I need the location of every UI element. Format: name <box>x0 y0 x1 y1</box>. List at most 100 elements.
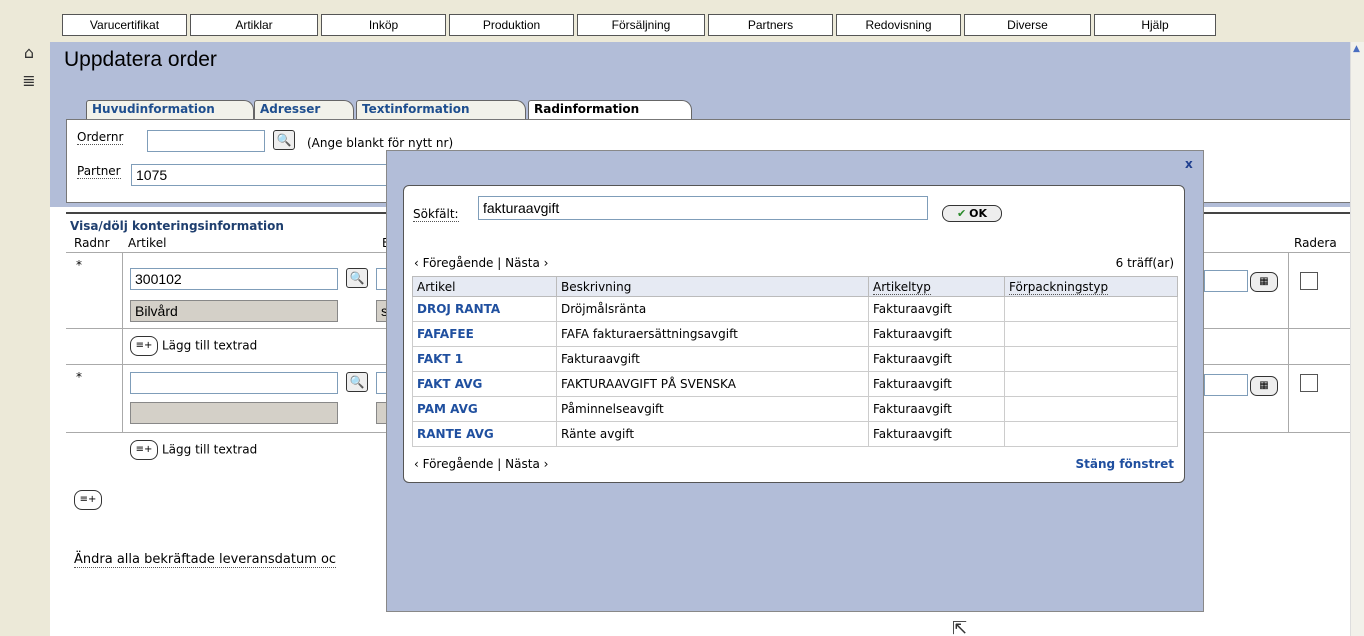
beskrivning-cell: Dröjmålsränta <box>556 296 869 322</box>
change-all-dates-label: Ändra alla bekräftade leveransdatum oc <box>74 552 337 568</box>
list-icon[interactable]: ≣ <box>20 72 38 90</box>
calendar-icon[interactable]: ▦ <box>1250 376 1278 396</box>
add-row-icon: ≡+ <box>74 490 102 510</box>
add-row-button[interactable]: ≡+ <box>74 490 106 510</box>
col-artikel-header: Artikel <box>412 276 557 297</box>
artikel-search-button[interactable]: 🔍 <box>346 268 368 288</box>
page-title: Uppdatera order <box>64 48 217 71</box>
delete-checkbox[interactable] <box>1300 374 1318 392</box>
description-field: Bilvård <box>130 300 338 322</box>
artikel-code-link[interactable]: FAKT 1 <box>412 346 557 372</box>
top-menu-bar: Varucertifikat Artiklar Inköp Produktion… <box>0 0 1364 42</box>
menu-forsaljning[interactable]: Försäljning <box>577 14 705 36</box>
col-divider <box>1288 252 1289 432</box>
ok-button[interactable]: ✔ OK <box>942 205 1002 222</box>
search-input[interactable]: fakturaavgift <box>478 196 928 220</box>
tab-huvudinformation[interactable]: Huvudinformation <box>86 100 254 119</box>
add-textrow-link[interactable]: ≡+ Lägg till textrad <box>130 440 257 460</box>
next-link[interactable]: Nästa › <box>505 457 548 471</box>
ordernr-hint: (Ange blankt för nytt nr) <box>307 136 454 150</box>
prev-link[interactable]: ‹ Föregående <box>414 457 493 471</box>
beskrivning-cell: Fakturaavgift <box>556 346 869 372</box>
col-divider <box>122 252 123 432</box>
search-field-label: Sökfält: <box>413 207 459 222</box>
pager-separator: | <box>497 457 502 471</box>
delete-checkbox[interactable] <box>1300 272 1318 290</box>
check-icon: ✔ <box>956 207 967 220</box>
artikel-code-link[interactable]: PAM AVG <box>412 396 557 422</box>
add-textrow-label: Lägg till textrad <box>162 338 258 353</box>
artikel-code-link[interactable]: DROJ RANTA <box>412 296 557 322</box>
calendar-icon[interactable]: ▦ <box>1250 272 1278 292</box>
tab-adresser[interactable]: Adresser <box>254 100 354 119</box>
next-link[interactable]: Nästa › <box>505 256 548 270</box>
search-dialog: x Sökfält: fakturaavgift ✔ OK ‹ Föregåend… <box>386 150 1204 612</box>
ordernr-label: Ordernr <box>77 130 124 145</box>
scroll-up-icon[interactable]: ▲ <box>1353 44 1360 54</box>
menu-redovisning[interactable]: Redovisning <box>836 14 961 36</box>
artikeltyp-cell: Fakturaavgift <box>868 321 1005 347</box>
beskrivning-cell: FAKTURAAVGIFT PÅ SVENSKA <box>556 371 869 397</box>
table-row[interactable]: FAKT AVG FAKTURAAVGIFT PÅ SVENSKA Faktur… <box>412 371 1178 397</box>
menu-varucertifikat[interactable]: Varucertifikat <box>62 14 187 36</box>
menu-diverse[interactable]: Diverse <box>964 14 1091 36</box>
tab-textinformation[interactable]: Textinformation <box>356 100 526 119</box>
beskrivning-cell: Påminnelseavgift <box>556 396 869 422</box>
date-input[interactable] <box>1204 374 1248 396</box>
hit-count: 6 träff(ar) <box>1115 256 1174 270</box>
artikel-code-link[interactable]: FAKT AVG <box>412 371 557 397</box>
beskrivning-cell: FAFA fakturaersättningsavgift <box>556 321 869 347</box>
table-row[interactable]: DROJ RANTA Dröjmålsränta Fakturaavgift <box>412 296 1178 322</box>
artikeltyp-cell: Fakturaavgift <box>868 396 1005 422</box>
date-input[interactable] <box>1204 270 1248 292</box>
artikel-input[interactable]: 300102 <box>130 268 338 290</box>
artikel-code-link[interactable]: FAFAFEE <box>412 321 557 347</box>
partner-label: Partner <box>77 164 121 179</box>
results-header-row: Artikel Beskrivning Artikeltyp Förpackni… <box>412 276 1178 297</box>
partner-input[interactable]: 1075 <box>131 164 387 186</box>
menu-hjalp[interactable]: Hjälp <box>1094 14 1216 36</box>
ordernr-input[interactable] <box>147 130 265 152</box>
add-textrow-icon: ≡+ <box>130 440 158 460</box>
dialog-panel: Sökfält: fakturaavgift ✔ OK ‹ Föregående … <box>403 185 1185 483</box>
table-row[interactable]: PAM AVG Påminnelseavgift Fakturaavgift <box>412 396 1178 422</box>
toggle-accounting-link[interactable]: Visa/dölj konteringsinformation <box>70 219 284 233</box>
row-marker: * <box>76 370 82 384</box>
add-textrow-icon: ≡+ <box>130 336 158 356</box>
col-radera: Radera <box>1294 236 1337 250</box>
results-table: Artikel Beskrivning Artikeltyp Förpackni… <box>412 276 1178 447</box>
menu-partners[interactable]: Partners <box>708 14 833 36</box>
table-row[interactable]: FAKT 1 Fakturaavgift Fakturaavgift <box>412 346 1178 372</box>
pager-top: ‹ Föregående | Nästa › <box>414 256 548 270</box>
artikeltyp-cell: Fakturaavgift <box>868 346 1005 372</box>
mouse-cursor-icon: ⇱ <box>952 618 968 636</box>
close-window-link[interactable]: Stäng fönstret <box>1076 457 1174 471</box>
beskrivning-cell: Ränte avgift <box>556 421 869 447</box>
col-radnr: Radnr <box>74 236 110 250</box>
col-artikeltyp-label: Artikeltyp <box>873 279 931 295</box>
scrollbar[interactable]: ▲ <box>1350 42 1364 636</box>
artikel-code-link[interactable]: RANTE AVG <box>412 421 557 447</box>
dialog-close-button[interactable]: x <box>1185 157 1193 171</box>
prev-link[interactable]: ‹ Föregående <box>414 256 493 270</box>
menu-artiklar[interactable]: Artiklar <box>190 14 318 36</box>
artikel-search-button[interactable]: 🔍 <box>346 372 368 392</box>
add-textrow-link[interactable]: ≡+ Lägg till textrad <box>130 336 257 356</box>
col-forpackningstyp-header: Förpackningstyp <box>1004 276 1178 297</box>
ordernr-search-button[interactable]: 🔍 <box>273 130 295 150</box>
col-artikeltyp-header: Artikeltyp <box>868 276 1005 297</box>
artikeltyp-cell: Fakturaavgift <box>868 296 1005 322</box>
forpackningstyp-cell <box>1004 321 1178 347</box>
artikel-input[interactable] <box>130 372 338 394</box>
table-row[interactable]: RANTE AVG Ränte avgift Fakturaavgift <box>412 421 1178 447</box>
home-icon[interactable]: ⌂ <box>20 44 38 62</box>
table-row[interactable]: FAFAFEE FAFA fakturaersättningsavgift Fa… <box>412 321 1178 347</box>
menu-inkop[interactable]: Inköp <box>321 14 446 36</box>
row-marker: * <box>76 258 82 272</box>
pager-bottom: ‹ Föregående | Nästa › <box>414 457 548 471</box>
col-artikel: Artikel <box>128 236 167 250</box>
menu-produktion[interactable]: Produktion <box>449 14 574 36</box>
col-forpackningstyp-label: Förpackningstyp <box>1009 279 1109 295</box>
description-field <box>130 402 338 424</box>
tab-radinformation[interactable]: Radinformation <box>528 100 692 119</box>
